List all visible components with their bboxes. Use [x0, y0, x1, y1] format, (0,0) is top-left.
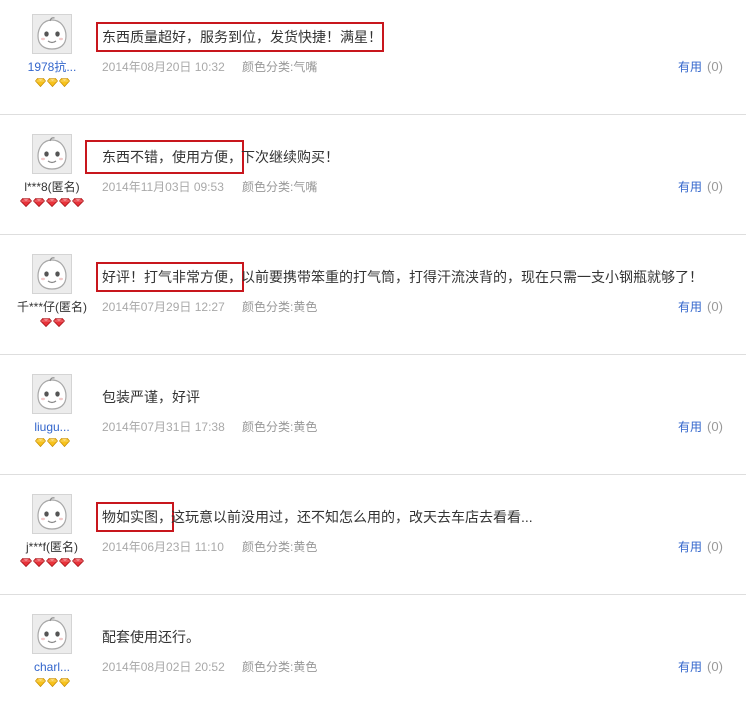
reviewer-name-link[interactable]: 1978抗... — [2, 59, 102, 75]
reviewer-level-badge — [2, 438, 102, 448]
gold-diamond-icon — [34, 438, 46, 447]
comment-text: 以前要携带笨重的打气筒，打得汗流浃背的，现在只需一支小钢瓶就够了！ — [241, 269, 703, 285]
review-item: l***8(匿名) 东西不错，使用方便，下次继续购买！ 2014年11月03日 … — [0, 115, 746, 235]
reviewer-name-link[interactable]: liugu... — [2, 419, 102, 435]
product-spec: 颜色分类:气嘴 — [242, 180, 318, 194]
user-avatar — [32, 374, 72, 414]
review-comment: 好评！打气非常方便，以前要携带笨重的打气筒，打得汗流浃背的，现在只需一支小钢瓶就… — [96, 262, 703, 292]
review-date: 2014年06月23日 11:10 — [102, 540, 224, 554]
useful-button[interactable]: 有用 — [678, 660, 702, 674]
annotation-highlight-box: 东西质量超好，服务到位，发货快捷！满星！ — [96, 22, 384, 52]
reviewer-name: l***8(匿名) — [24, 180, 80, 194]
annotation-highlight-box: 东西不错，使用方便， — [85, 140, 244, 174]
red-diamond-icon — [33, 558, 45, 567]
review-item: liugu... 包装严谨，好评 2014年07月31日 17:38 颜色分类:… — [0, 355, 746, 475]
red-diamond-icon — [20, 198, 32, 207]
useful-vote[interactable]: 有用 (0) — [678, 659, 723, 675]
gold-diamond-icon — [34, 78, 46, 87]
useful-button[interactable]: 有用 — [678, 180, 702, 194]
review-content: 1978抗... 东西质量超好，服务到位，发货快捷！满星！ 2014年08月20… — [0, 0, 746, 114]
reviewer-level-badge — [2, 678, 102, 688]
gold-diamond-icon — [58, 438, 70, 447]
review-comment: 东西不错，使用方便，下次继续购买！ — [85, 140, 339, 174]
useful-button[interactable]: 有用 — [678, 420, 702, 434]
useful-vote[interactable]: 有用 (0) — [678, 419, 723, 435]
reviewer-name: j***f(匿名) — [25, 540, 78, 554]
useful-count: (0) — [707, 59, 723, 74]
gold-diamond-icon — [46, 78, 58, 87]
review-content: charl... 配套使用还行。 2014年08月02日 20:52 颜色分类:… — [0, 595, 746, 709]
comment-text: 包装严谨，好评 — [102, 389, 200, 405]
comment-text: 下次继续购买！ — [241, 149, 339, 165]
review-content: liugu... 包装严谨，好评 2014年07月31日 17:38 颜色分类:… — [0, 355, 746, 474]
user-avatar — [32, 494, 72, 534]
user-avatar — [32, 14, 72, 54]
review-comment: 包装严谨，好评 — [102, 388, 200, 406]
product-spec: 颜色分类:黄色 — [242, 540, 318, 554]
gold-diamond-icon — [46, 438, 58, 447]
review-date: 2014年08月20日 10:32 — [102, 60, 225, 74]
reviewer-level-badge — [2, 78, 102, 88]
useful-count: (0) — [707, 659, 723, 674]
user-avatar — [32, 134, 72, 174]
gold-diamond-icon — [46, 678, 58, 687]
review-date: 2014年07月31日 17:38 — [102, 420, 225, 434]
red-diamond-icon — [46, 558, 58, 567]
product-spec: 颜色分类:黄色 — [242, 660, 318, 674]
user-avatar — [32, 614, 72, 654]
useful-count: (0) — [707, 539, 723, 554]
useful-vote[interactable]: 有用 (0) — [678, 539, 723, 555]
product-spec: 颜色分类:黄色 — [242, 300, 318, 314]
gold-diamond-icon — [34, 678, 46, 687]
gold-diamond-icon — [58, 78, 70, 87]
user-avatar — [32, 254, 72, 294]
red-diamond-icon — [20, 558, 32, 567]
useful-vote[interactable]: 有用 (0) — [678, 179, 723, 195]
red-diamond-icon — [39, 318, 52, 327]
review-item: 1978抗... 东西质量超好，服务到位，发货快捷！满星！ 2014年08月20… — [0, 0, 746, 115]
reviewer-level-badge — [2, 198, 102, 208]
reviewer-level-badge — [2, 558, 102, 568]
useful-vote[interactable]: 有用 (0) — [678, 59, 723, 75]
red-diamond-icon — [33, 198, 45, 207]
reviewer-name-link[interactable]: charl... — [2, 659, 102, 675]
red-diamond-icon — [72, 558, 84, 567]
annotation-highlight-box: 好评！打气非常方便， — [96, 262, 244, 292]
gold-diamond-icon — [58, 678, 70, 687]
red-diamond-icon — [72, 198, 84, 207]
useful-count: (0) — [707, 299, 723, 314]
useful-count: (0) — [707, 179, 723, 194]
comment-text: 这玩意以前没用过，还不知怎么用的，改天去车店去看看... — [171, 509, 533, 525]
review-item: charl... 配套使用还行。 2014年08月02日 20:52 颜色分类:… — [0, 595, 746, 709]
red-diamond-icon — [59, 198, 71, 207]
review-comment: 物如实图，这玩意以前没用过，还不知怎么用的，改天去车店去看看... — [96, 502, 533, 532]
review-date: 2014年08月02日 20:52 — [102, 660, 225, 674]
useful-button[interactable]: 有用 — [678, 540, 702, 554]
red-diamond-icon — [46, 198, 58, 207]
review-comment: 东西质量超好，服务到位，发货快捷！满星！ — [96, 22, 384, 52]
review-date: 2014年11月03日 09:53 — [102, 180, 224, 194]
annotation-highlight-box: 物如实图， — [96, 502, 174, 532]
product-spec: 颜色分类:黄色 — [242, 420, 318, 434]
review-content: j***f(匿名) 物如实图，这玩意以前没用过，还不知怎么用的，改天去车店去看看… — [0, 475, 746, 594]
reviewer-name: 千***仔(匿名) — [16, 300, 87, 314]
red-diamond-icon — [59, 558, 71, 567]
reviewer-level-badge — [2, 318, 102, 328]
review-comment: 配套使用还行。 — [102, 628, 200, 646]
review-item: j***f(匿名) 物如实图，这玩意以前没用过，还不知怎么用的，改天去车店去看看… — [0, 475, 746, 595]
review-content: 千***仔(匿名) 好评！打气非常方便，以前要携带笨重的打气筒，打得汗流浃背的，… — [0, 235, 746, 354]
useful-button[interactable]: 有用 — [678, 300, 702, 314]
review-item: 千***仔(匿名) 好评！打气非常方便，以前要携带笨重的打气筒，打得汗流浃背的，… — [0, 235, 746, 355]
useful-count: (0) — [707, 419, 723, 434]
useful-vote[interactable]: 有用 (0) — [678, 299, 723, 315]
review-date: 2014年07月29日 12:27 — [102, 300, 225, 314]
product-spec: 颜色分类:气嘴 — [242, 60, 318, 74]
comment-text: 配套使用还行。 — [102, 629, 200, 645]
red-diamond-icon — [52, 318, 65, 327]
useful-button[interactable]: 有用 — [678, 60, 702, 74]
review-content: l***8(匿名) 东西不错，使用方便，下次继续购买！ 2014年11月03日 … — [0, 115, 746, 234]
